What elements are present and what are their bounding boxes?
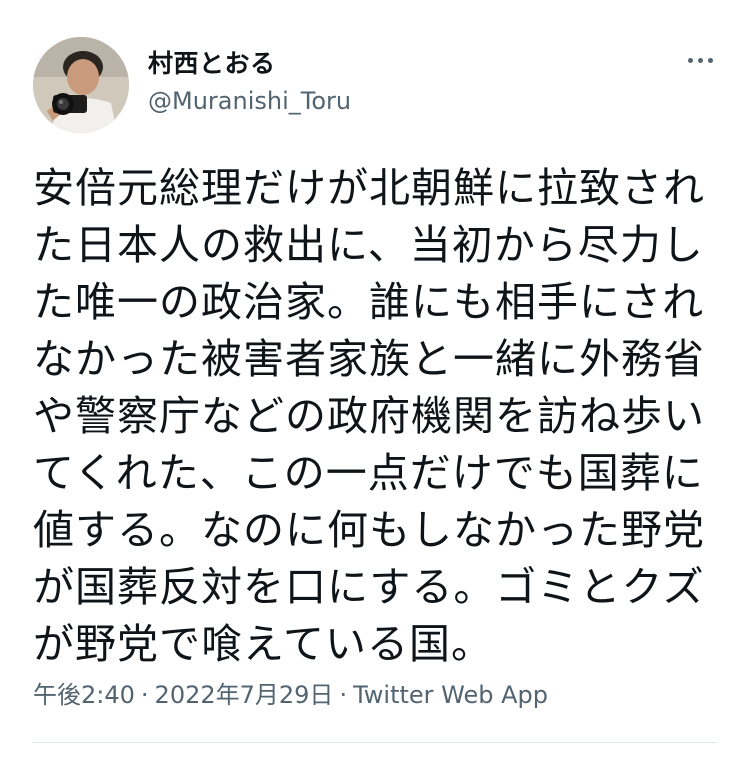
display-name[interactable]: 村西とおる [148, 44, 276, 80]
profile-photo-icon [33, 37, 129, 133]
tweet-text-line: た唯一の政治家。誰にも相手にされ [33, 278, 705, 326]
tweet-text-line: 安倍元総理だけが北朝鮮に拉致され [33, 164, 705, 212]
tweet-text-line: てくれた、この一点だけでも国葬に [33, 449, 704, 497]
tweet-text-line: 値する。なのに何もしなかった野党 [33, 506, 705, 554]
separator: · [140, 681, 149, 709]
more-dot [707, 57, 713, 63]
tweet-text-line: が野党で喰えている国。 [33, 620, 493, 668]
more-dot [697, 57, 703, 63]
tweet-text-line: なかった被害者家族と一緒に外務省 [33, 335, 705, 383]
divider [33, 742, 717, 743]
tweet-source[interactable]: Twitter Web App [353, 681, 548, 709]
tweet-text: 安倍元総理だけが北朝鮮に拉致され た日本人の救出に、当初から尽力し た唯一の政治… [33, 160, 723, 673]
tweet-card: 村西とおる @Muranishi_Toru 安倍元総理だけが北朝鮮に拉致され た… [0, 0, 750, 760]
user-handle[interactable]: @Muranishi_Toru [148, 87, 351, 115]
tweet-text-line: た日本人の救出に、当初から尽力し [33, 221, 704, 269]
tweet-time[interactable]: 午後2:40 [33, 681, 135, 709]
avatar[interactable] [33, 37, 129, 133]
more-dot [687, 57, 693, 63]
tweet-text-line: や警察庁などの政府機関を訪ね歩い [33, 392, 705, 440]
more-options-button[interactable] [680, 48, 720, 72]
tweet-metadata: 午後2:40 · 2022年7月29日 · Twitter Web App [33, 675, 548, 710]
tweet-date[interactable]: 2022年7月29日 [155, 681, 334, 709]
tweet-text-line: が国葬反対を口にする。ゴミとクズ [33, 563, 705, 611]
separator: · [339, 681, 348, 709]
